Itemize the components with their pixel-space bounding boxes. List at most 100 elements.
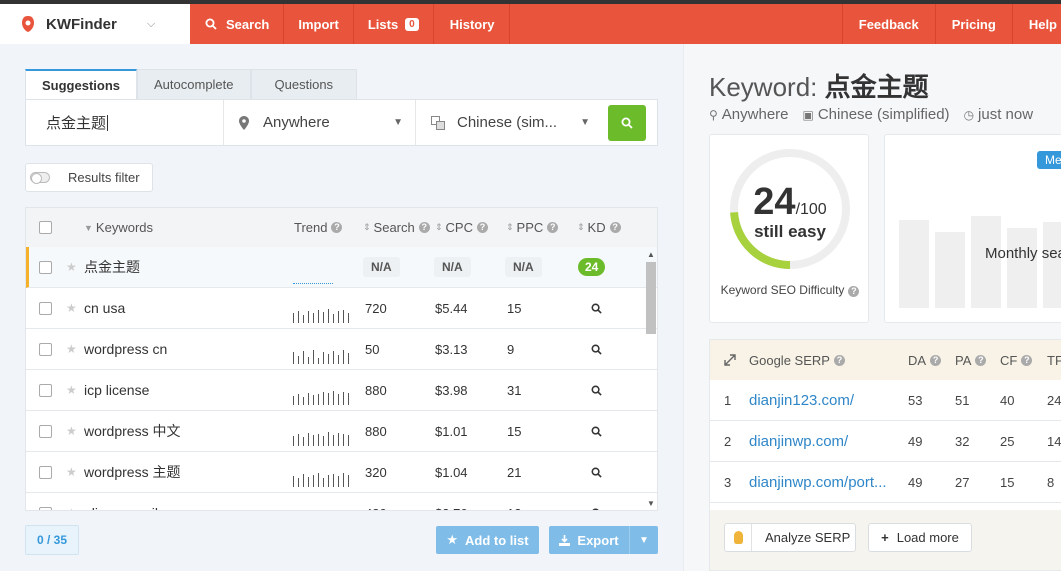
star-icon[interactable]: ★ bbox=[66, 493, 77, 510]
nav-search-label: Search bbox=[226, 16, 270, 32]
search-submit-button[interactable] bbox=[608, 104, 646, 141]
volume-bar bbox=[1043, 222, 1061, 308]
kd-lookup-icon[interactable] bbox=[591, 411, 602, 451]
col-search[interactable]: ⇕ Search? bbox=[363, 220, 430, 235]
export-button[interactable]: Export ▼ bbox=[549, 526, 658, 554]
expand-icon[interactable] bbox=[724, 340, 736, 380]
keyword-cell[interactable]: cn usa bbox=[84, 288, 125, 328]
table-row[interactable]: ★ wordpress cn 50 $3.13 9 bbox=[26, 329, 657, 370]
star-icon[interactable]: ★ bbox=[66, 247, 77, 287]
export-dropdown-toggle[interactable]: ▼ bbox=[630, 535, 658, 546]
table-row[interactable]: ★ icp license 880 $3.98 31 bbox=[26, 370, 657, 411]
help-icon[interactable]: ? bbox=[975, 354, 987, 366]
load-more-button[interactable]: + Load more bbox=[868, 523, 972, 552]
kd-lookup-icon[interactable] bbox=[591, 288, 602, 328]
trend-bar bbox=[303, 397, 304, 405]
help-icon[interactable]: ? bbox=[833, 354, 845, 366]
kd-lookup-icon[interactable] bbox=[591, 452, 602, 492]
app-switcher[interactable]: KWFinder ⌵ bbox=[0, 4, 190, 44]
serp-url[interactable]: dianjinwp.com / bbox=[749, 421, 848, 461]
star-icon[interactable]: ★ bbox=[66, 329, 77, 369]
scroll-up-icon[interactable]: ▲ bbox=[647, 250, 655, 259]
keyword-cell[interactable]: wordpress 主题 bbox=[84, 452, 180, 492]
trend-bar bbox=[313, 475, 314, 487]
nav-search[interactable]: Search bbox=[190, 4, 285, 44]
results-filter-toggle[interactable]: Results filter bbox=[25, 163, 153, 192]
me-badge[interactable]: Me bbox=[1037, 151, 1061, 169]
plus-icon: + bbox=[881, 530, 889, 545]
row-checkbox[interactable] bbox=[39, 411, 52, 451]
keyword-cell[interactable]: aliyun email bbox=[84, 493, 158, 510]
keyword-input[interactable]: 点金主题 bbox=[26, 100, 224, 145]
serp-path[interactable]: / bbox=[850, 392, 854, 409]
help-icon[interactable]: ? bbox=[331, 222, 343, 233]
nav-import[interactable]: Import bbox=[284, 4, 354, 44]
row-checkbox[interactable] bbox=[39, 452, 52, 492]
serp-url[interactable]: dianjinwp.com/port... bbox=[749, 462, 887, 502]
nav-pricing[interactable]: Pricing bbox=[934, 4, 1012, 44]
col-keywords[interactable]: ▼ Keywords bbox=[84, 220, 153, 235]
nav-history[interactable]: History bbox=[434, 4, 510, 44]
star-icon[interactable]: ★ bbox=[66, 411, 77, 451]
table-scrollbar[interactable]: ▲ ▼ bbox=[645, 250, 656, 508]
serp-domain[interactable]: dianjinwp.com bbox=[749, 433, 844, 450]
serp-path[interactable]: / bbox=[844, 433, 848, 450]
col-kd[interactable]: ⇕ KD? bbox=[577, 220, 621, 235]
col-cpc[interactable]: ⇕ CPC? bbox=[435, 220, 488, 235]
row-checkbox[interactable] bbox=[39, 370, 52, 410]
serp-url[interactable]: dianjin123.com / bbox=[749, 380, 854, 420]
nav-lists[interactable]: Lists 0 bbox=[354, 4, 434, 44]
help-icon[interactable]: ? bbox=[477, 222, 488, 233]
trend-bar bbox=[303, 474, 304, 487]
ppc-cell: 15 bbox=[507, 300, 522, 316]
row-checkbox[interactable] bbox=[39, 288, 52, 328]
star-icon[interactable]: ★ bbox=[66, 288, 77, 328]
help-icon[interactable]: ? bbox=[609, 222, 621, 233]
keyword-cell[interactable]: wordpress 中文 bbox=[84, 411, 180, 451]
trend-bar bbox=[323, 312, 324, 323]
star-icon[interactable]: ★ bbox=[66, 370, 77, 410]
table-row[interactable]: ★ aliyun email 480 $3.76 12 bbox=[26, 493, 657, 510]
row-checkbox[interactable] bbox=[39, 247, 52, 287]
row-checkbox[interactable] bbox=[39, 329, 52, 369]
col-ppc[interactable]: ⇕ PPC? bbox=[506, 220, 559, 235]
serp-path[interactable]: /port... bbox=[844, 474, 887, 491]
keyword-cell[interactable]: 点金主题 bbox=[84, 247, 140, 287]
trend-bar bbox=[318, 394, 319, 405]
help-icon[interactable]: ? bbox=[418, 222, 430, 233]
kd-lookup-icon[interactable] bbox=[591, 370, 602, 410]
nav-help[interactable]: Help bbox=[1011, 4, 1061, 44]
table-row[interactable]: ★ wordpress 主题 320 $1.04 21 bbox=[26, 452, 657, 493]
tab-questions[interactable]: Questions bbox=[250, 69, 358, 99]
nav-feedback[interactable]: Feedback bbox=[841, 4, 935, 44]
analyze-serp-button[interactable]: Analyze SERP bbox=[724, 523, 856, 552]
select-all-checkbox[interactable] bbox=[39, 221, 52, 234]
scroll-down-icon[interactable]: ▼ bbox=[647, 499, 655, 508]
serp-rows: 1 dianjin123.com/53 51 40 24 2 dianjinwp.com/4… bbox=[710, 380, 1061, 503]
star-icon[interactable]: ★ bbox=[66, 452, 77, 492]
serp-domain[interactable]: dianjin123.com bbox=[749, 392, 850, 409]
scrollbar-thumb[interactable] bbox=[646, 262, 656, 334]
nav-import-label: Import bbox=[298, 16, 339, 32]
table-row[interactable]: ★ wordpress 中文 880 $1.01 15 bbox=[26, 411, 657, 452]
keyword-cell[interactable]: icp license bbox=[84, 370, 149, 410]
trend-bar bbox=[313, 350, 314, 364]
kd-lookup-icon[interactable] bbox=[591, 493, 602, 510]
language-select[interactable]: Chinese (sim... ▼ bbox=[416, 100, 602, 145]
tab-autocomplete[interactable]: Autocomplete bbox=[137, 69, 251, 99]
volume-bar bbox=[935, 232, 965, 308]
tab-suggestions[interactable]: Suggestions bbox=[25, 69, 138, 99]
table-row[interactable]: ★ 点金主题 N/A N/A N/A 24 bbox=[26, 247, 657, 288]
kd-lookup-icon[interactable] bbox=[591, 329, 602, 369]
add-to-list-button[interactable]: ★ Add to list bbox=[436, 526, 539, 554]
help-icon[interactable]: ? bbox=[930, 354, 942, 366]
help-icon[interactable]: ? bbox=[547, 222, 559, 233]
help-icon[interactable]: ? bbox=[848, 286, 860, 297]
toggle-switch[interactable] bbox=[30, 172, 50, 184]
table-row[interactable]: ★ cn usa 720 $5.44 15 bbox=[26, 288, 657, 329]
help-icon[interactable]: ? bbox=[1021, 354, 1033, 366]
location-select[interactable]: Anywhere ▼ bbox=[224, 100, 416, 145]
row-checkbox[interactable] bbox=[39, 493, 52, 510]
keyword-cell[interactable]: wordpress cn bbox=[84, 329, 167, 369]
serp-domain[interactable]: dianjinwp.com bbox=[749, 474, 844, 491]
